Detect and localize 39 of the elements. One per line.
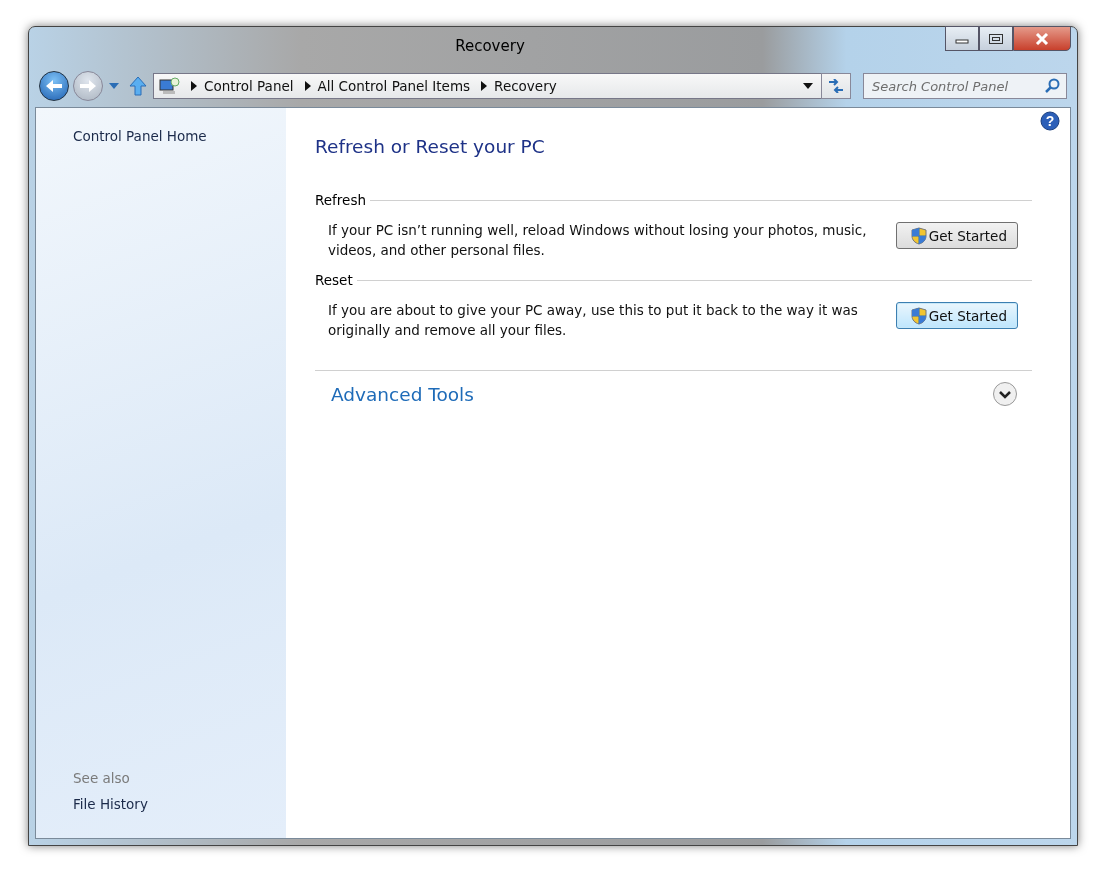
- breadcrumb-item[interactable]: All Control Panel Items: [317, 78, 471, 94]
- get-started-button[interactable]: Get Started: [895, 222, 1018, 249]
- advanced-tools-link[interactable]: Advanced Tools: [331, 383, 474, 405]
- back-button[interactable]: [39, 71, 69, 101]
- breadcrumb-arrow-icon[interactable]: [191, 81, 197, 91]
- section-title: Refresh: [315, 192, 366, 208]
- computer-icon: [158, 77, 180, 95]
- see-also-link[interactable]: File History: [73, 796, 148, 812]
- chevron-down-icon[interactable]: [992, 381, 1018, 407]
- breadcrumb-item[interactable]: Recovery: [494, 78, 557, 94]
- refresh-button[interactable]: [821, 73, 851, 99]
- close-button[interactable]: [1013, 26, 1071, 51]
- up-arrow-icon[interactable]: [129, 76, 147, 96]
- minimize-button[interactable]: [945, 26, 979, 51]
- control-panel-home-link[interactable]: Control Panel Home: [73, 128, 207, 144]
- breadcrumb-arrow-icon[interactable]: [481, 81, 488, 91]
- close-icon: [1035, 32, 1049, 45]
- refresh-icon: [827, 79, 845, 93]
- search-field[interactable]: Search Control Panel: [863, 73, 1067, 99]
- address-bar[interactable]: Control Panel All Control Panel Items Recovery: [153, 73, 822, 99]
- shield-icon: [910, 306, 927, 325]
- breadcrumb-arrow-icon[interactable]: [304, 81, 311, 91]
- window-title: Recovery: [454, 36, 526, 55]
- page-heading: Refresh or Reset your PC: [315, 136, 546, 157]
- search-icon: [1044, 78, 1060, 94]
- see-also-label: See also: [73, 770, 130, 786]
- help-icon[interactable]: ?: [1040, 111, 1060, 131]
- section-description: If your PC isn’t running well, reload Windows without losing your photos, music, videos, and other personal files.: [328, 221, 868, 260]
- maximize-button[interactable]: [979, 26, 1013, 51]
- breadcrumb-item[interactable]: Control Panel: [204, 78, 294, 94]
- get-started-button[interactable]: Get Started: [895, 302, 1018, 329]
- dropdown-caret-icon[interactable]: [803, 83, 813, 89]
- caret-icon[interactable]: [109, 83, 119, 89]
- arrow-left-icon: [44, 78, 64, 94]
- arrow-right-icon: [78, 78, 98, 94]
- shield-icon: [910, 226, 927, 245]
- maximize-icon: [988, 32, 1004, 45]
- section-description: If you are about to give your PC away, use this to put it back to the way it was originally and remove all your files.: [328, 301, 859, 340]
- section-title: Reset: [315, 272, 353, 288]
